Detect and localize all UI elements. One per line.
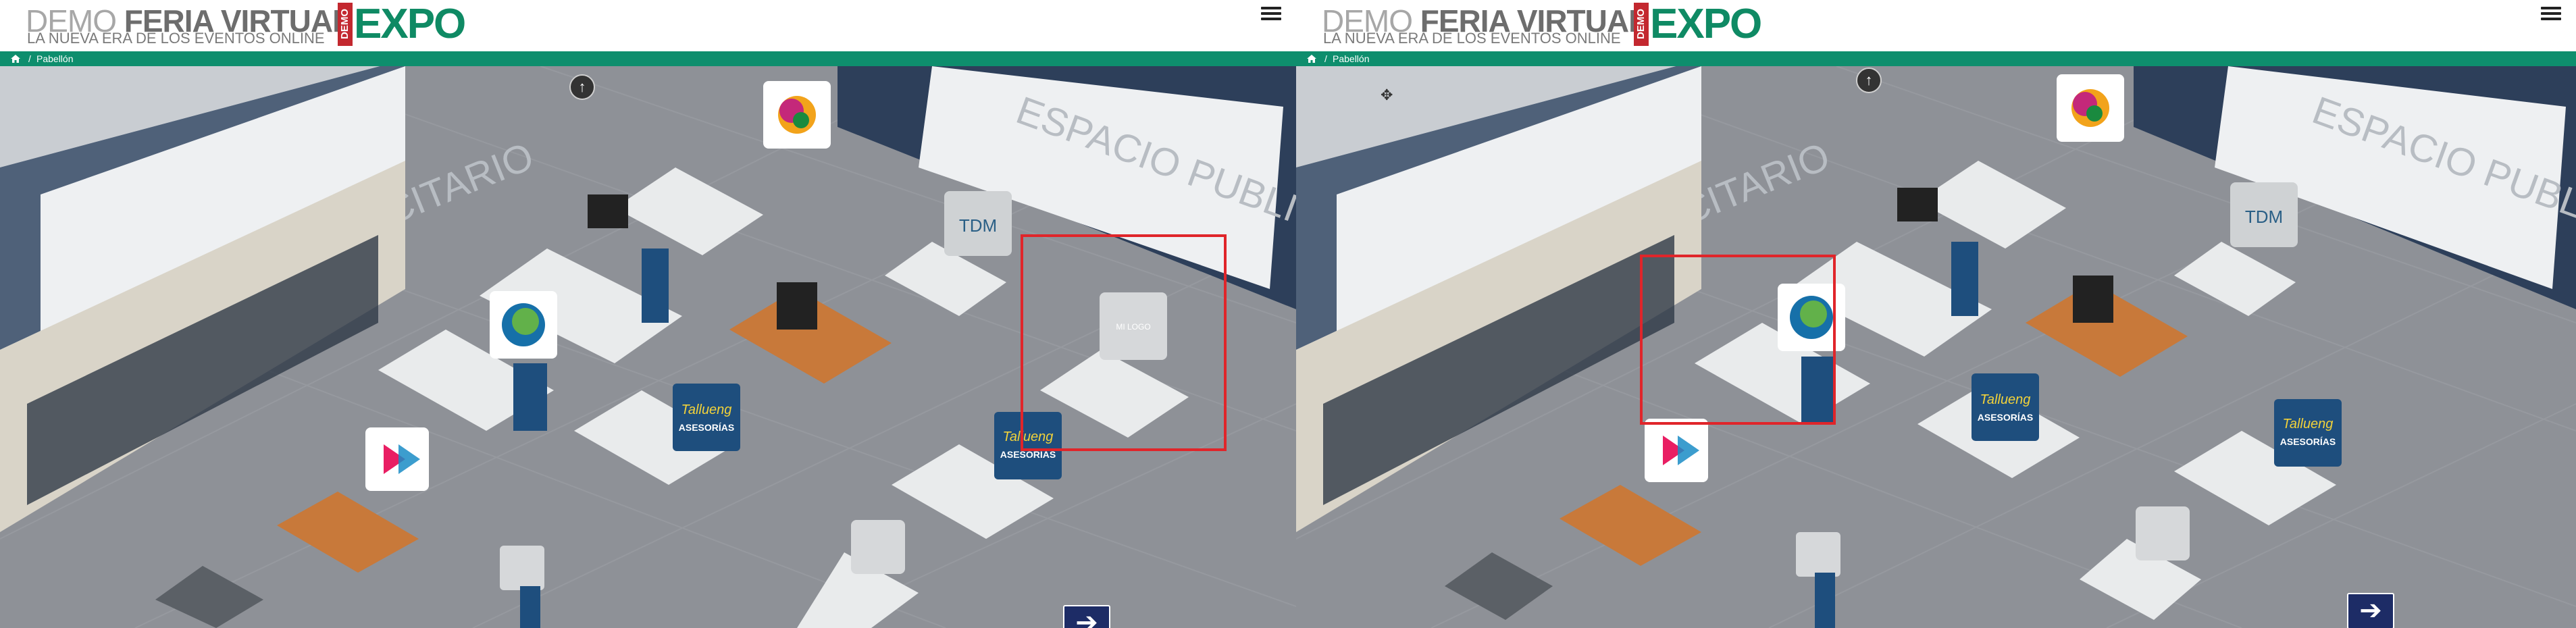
header: DEMO FERIA VIRTUAL LA NUEVA ERA DE LOS E… [0,0,1296,51]
svg-text:TDM: TDM [2245,207,2283,227]
menu-button[interactable] [2541,4,2561,24]
logo-word: EXPO [354,1,466,47]
highlight-box [1640,255,1836,425]
breadcrumb-current[interactable]: Pabellón [36,51,74,66]
tallueng-sub-text: ASESORÍAS [679,422,734,433]
breadcrumb-separator: / [28,53,31,64]
header: DEMO FERIA VIRTUAL LA NUEVA ERA DE LOS E… [1296,0,2576,51]
tagline: LA NUEVA ERA DE LOS EVENTOS ONLINE [1323,30,1621,47]
move-cursor-icon: ✥ [1381,86,1393,103]
nav-pin-icon[interactable]: ↑ [569,74,595,100]
svg-text:Tallueng: Tallueng [1980,392,2031,407]
nav-pin-icon[interactable]: ↑ [1856,68,1882,93]
breadcrumb: / Pabellón [1296,51,2576,66]
svg-text:ASESORÍAS: ASESORÍAS [1978,412,2033,423]
left-view: DEMO FERIA VIRTUAL LA NUEVA ERA DE LOS E… [0,0,1296,628]
home-icon[interactable] [11,55,20,63]
pavilion-scene: ESPACIO PUBLICITARIO ESPACIO PUBLICITARI… [1296,66,2576,628]
right-view: DEMO FERIA VIRTUAL LA NUEVA ERA DE LOS E… [1296,0,2576,628]
breadcrumb-current[interactable]: Pabellón [1333,51,1370,66]
tagline: LA NUEVA ERA DE LOS EVENTOS ONLINE [27,30,325,47]
breadcrumb: / Pabellón [0,51,1296,66]
logo-demo-badge: DEMO [338,3,353,46]
expo-logo[interactable]: DEMO EXPO [1634,1,1762,47]
next-arrow-button[interactable]: ➔ [1063,605,1110,628]
highlight-box [1021,234,1227,451]
tallueng-logo-text: Tallueng [681,402,732,417]
expo-logo[interactable]: DEMO EXPO [338,1,466,47]
svg-text:Tallueng: Tallueng [2283,417,2334,431]
hamburger-icon [2541,7,2561,9]
home-icon[interactable] [1307,55,1316,63]
menu-button[interactable] [1261,4,1281,24]
logo-word: EXPO [1650,1,1762,47]
logo-demo-badge: DEMO [1634,3,1649,46]
next-arrow-button[interactable]: ➔ [2347,593,2394,628]
hamburger-icon [1261,7,1281,9]
breadcrumb-separator: / [1324,53,1327,64]
svg-text:ASESORÍAS: ASESORÍAS [2280,436,2336,447]
tdm-logo-text: TDM [959,215,997,236]
